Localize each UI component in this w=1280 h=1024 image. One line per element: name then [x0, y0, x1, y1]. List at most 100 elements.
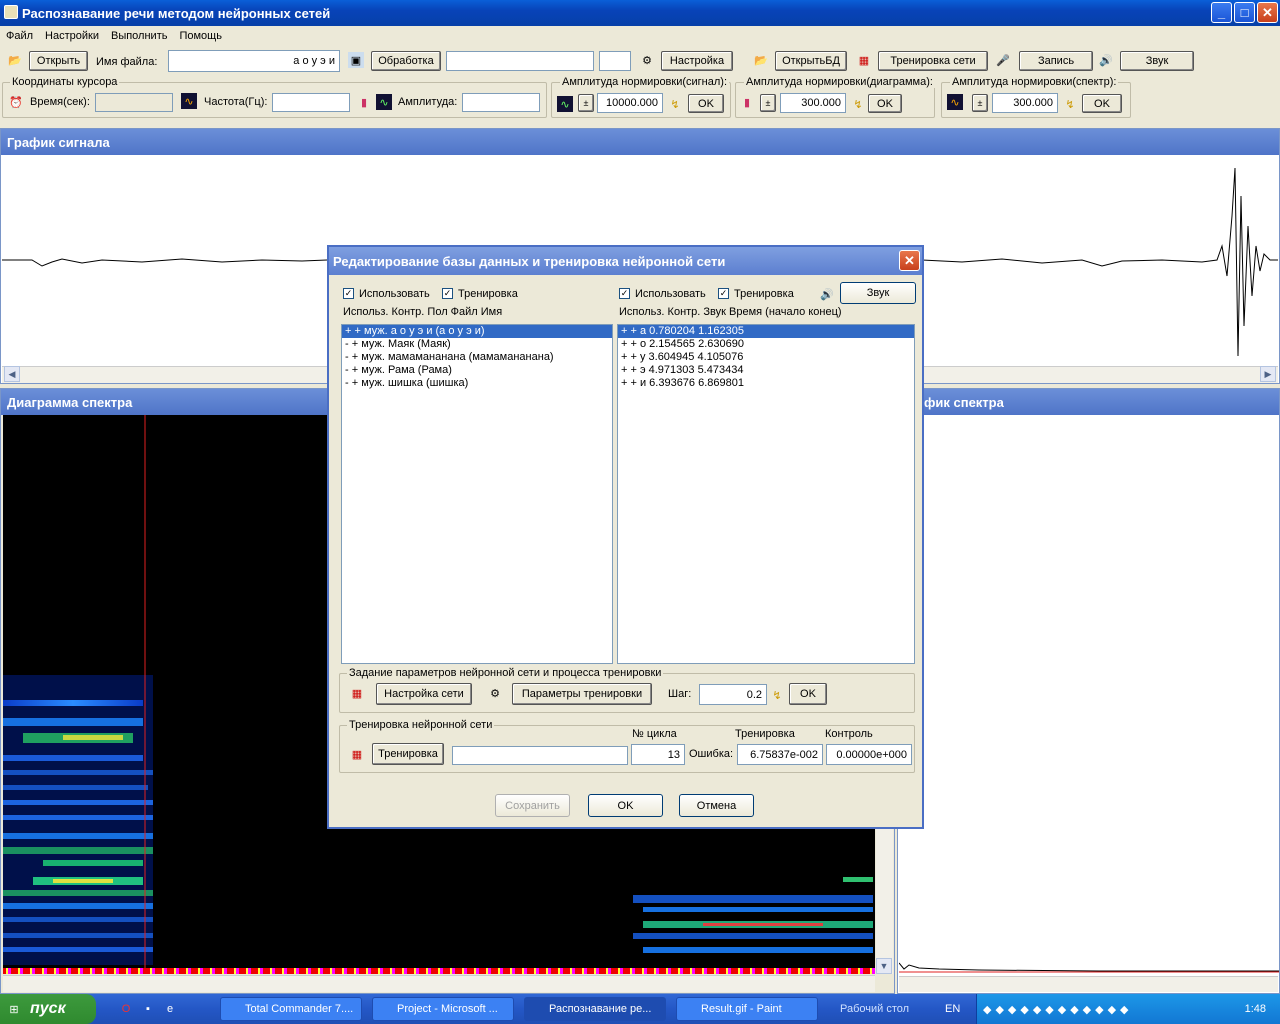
floppy-icon[interactable]: ▪: [140, 1001, 156, 1017]
bars-icon: ▮: [360, 96, 368, 109]
menu-help[interactable]: Помощь: [179, 30, 222, 42]
train-progress-bar: [452, 746, 628, 765]
database-dialog: Редактирование базы данных и тренировка …: [327, 245, 924, 829]
desktop-toolbar-label[interactable]: Рабочий стол: [840, 1003, 909, 1015]
right-list-header: Использ. Контр. Звук Время (начало конец…: [619, 306, 842, 318]
spectrum-panel-title: фик спектра: [898, 389, 1279, 415]
use-label-left: Использовать: [359, 288, 430, 300]
record-button[interactable]: Запись: [1019, 51, 1093, 71]
language-indicator[interactable]: EN: [945, 1003, 960, 1015]
spectrum-panel: [897, 388, 1280, 994]
start-label: пуск: [30, 1000, 66, 1017]
amp-diagram-label: Амплитуда нормировки(диаграмма):: [744, 76, 935, 88]
maximize-button[interactable]: □: [1234, 2, 1255, 23]
list-item[interactable]: + + о 2.154565 2.630690: [618, 338, 914, 351]
control-column-label: Контроль: [825, 728, 873, 740]
amp-diagram-field[interactable]: 300.000: [780, 93, 846, 113]
use-checkbox-left[interactable]: ✓: [343, 288, 354, 299]
list-item[interactable]: + + муж. а о у э и (а о у э и): [342, 325, 612, 338]
scroll-left-arrow-icon[interactable]: ◀: [4, 366, 20, 382]
control-error-field: 0.00000e+000: [826, 744, 912, 765]
tray-icons[interactable]: ◆◆◆◆◆◆◆◆◆◆◆◆: [977, 1003, 1133, 1016]
dialog-sound-button[interactable]: Звук: [840, 282, 916, 304]
filename-field[interactable]: а о у э и: [168, 50, 340, 72]
step-field[interactable]: 0.2: [699, 684, 767, 705]
amp-spectrum-spinner[interactable]: ±: [972, 94, 988, 112]
step-ok-button[interactable]: OK: [789, 683, 827, 705]
browser-icon[interactable]: e: [162, 1001, 178, 1017]
signal-icon: ∿: [557, 96, 573, 112]
step-label: Шаг:: [668, 688, 692, 700]
open-db-button[interactable]: ОткрытьБД: [775, 51, 847, 71]
settings-button[interactable]: Настройка: [661, 51, 733, 71]
settings-tools-icon: ⚙: [642, 54, 652, 67]
settings-tools-icon: ⚙: [490, 687, 500, 700]
ok-button[interactable]: OK: [588, 794, 663, 817]
segments-list[interactable]: + + а 0.780204 1.162305 + + о 2.154565 2…: [617, 324, 915, 664]
amp-signal-spinner[interactable]: ±: [578, 94, 594, 112]
amp-spectrum-field[interactable]: 300.000: [992, 93, 1058, 113]
filename-label: Имя файла:: [96, 56, 158, 68]
amplitude-label: Амплитуда:: [398, 96, 458, 108]
open-button[interactable]: Открыть: [29, 51, 88, 71]
task-speech-recognition[interactable]: Распознавание ре...: [524, 997, 666, 1021]
task-total-commander[interactable]: Total Commander 7....: [220, 997, 362, 1021]
amp-signal-ok-button[interactable]: OK: [688, 94, 724, 113]
amp-diagram-spinner[interactable]: ±: [760, 94, 776, 112]
training-label-right: Тренировка: [734, 288, 794, 300]
training-checkbox-left[interactable]: ✓: [442, 288, 453, 299]
dialog-close-button[interactable]: ✕: [899, 250, 920, 271]
speaker-icon: 🔊: [820, 288, 834, 301]
train-net-button[interactable]: Тренировка сети: [878, 51, 988, 71]
close-button[interactable]: ✕: [1257, 2, 1278, 23]
use-label-right: Использовать: [635, 288, 706, 300]
list-item[interactable]: + + у 3.604945 4.105076: [618, 351, 914, 364]
network-icon: ▦: [351, 687, 363, 700]
list-item[interactable]: + + а 0.780204 1.162305: [618, 325, 914, 338]
spectrum-scrollbar[interactable]: [899, 976, 1278, 992]
cancel-button[interactable]: Отмена: [679, 794, 754, 817]
menu-run[interactable]: Выполнить: [111, 30, 167, 42]
apply-icon: ↯: [670, 98, 680, 111]
list-item[interactable]: + + э 4.971303 5.473434: [618, 364, 914, 377]
spectrum-icon: ∿: [947, 94, 963, 110]
list-item[interactable]: - + муж. Маяк (Маяк): [342, 338, 612, 351]
menu-file[interactable]: Файл: [6, 30, 33, 42]
cycle-label: № цикла: [632, 728, 677, 740]
sound-button[interactable]: Звук: [1120, 51, 1194, 71]
menu-settings[interactable]: Настройки: [45, 30, 99, 42]
list-item[interactable]: - + муж. Рама (Рама): [342, 364, 612, 377]
train-button[interactable]: Тренировка: [372, 743, 444, 765]
scroll-right-arrow-icon[interactable]: ▶: [1260, 366, 1276, 382]
menu-bar: Файл Настройки Выполнить Помощь: [0, 26, 1280, 46]
training-checkbox-right[interactable]: ✓: [718, 288, 729, 299]
train-params-button[interactable]: Параметры тренировки: [512, 683, 652, 705]
amp-signal-field[interactable]: 10000.000: [597, 93, 663, 113]
opera-icon[interactable]: O: [118, 1001, 134, 1017]
amp-signal-label: Амплитуда нормировки(сигнал):: [560, 76, 730, 88]
apply-icon: ↯: [1065, 98, 1075, 111]
list-item[interactable]: - + муж. мамамананана (мамамананана): [342, 351, 612, 364]
save-button[interactable]: Сохранить: [495, 794, 570, 817]
clock-icon: ⏰: [9, 96, 23, 109]
scroll-down-arrow-icon[interactable]: ▼: [876, 958, 892, 974]
process-button[interactable]: Обработка: [371, 51, 441, 71]
task-paint[interactable]: Result.gif - Paint: [676, 997, 818, 1021]
apply-icon: ↯: [853, 98, 863, 111]
net-settings-button[interactable]: Настройка сети: [376, 683, 472, 705]
use-checkbox-right[interactable]: ✓: [619, 288, 630, 299]
list-item[interactable]: - + муж. шишка (шишка): [342, 377, 612, 390]
amp-diagram-ok-button[interactable]: OK: [868, 94, 902, 113]
time-label: Время(сек):: [30, 96, 90, 108]
windows-logo-icon: ⊞: [9, 1003, 19, 1016]
left-list-header: Использ. Контр. Пол Файл Имя: [343, 306, 503, 318]
diagram-scrollbar[interactable]: [3, 975, 875, 992]
list-item[interactable]: + + и 6.393676 6.869801: [618, 377, 914, 390]
files-list[interactable]: + + муж. а о у э и (а о у э и) - + муж. …: [341, 324, 613, 664]
apply-icon: ↯: [772, 689, 782, 702]
clock: 1:48: [1244, 1003, 1266, 1015]
task-project[interactable]: Project - Microsoft ...: [372, 997, 514, 1021]
minimize-button[interactable]: _: [1211, 2, 1232, 23]
amp-spectrum-ok-button[interactable]: OK: [1082, 94, 1122, 113]
cycle-field: 13: [631, 744, 685, 765]
